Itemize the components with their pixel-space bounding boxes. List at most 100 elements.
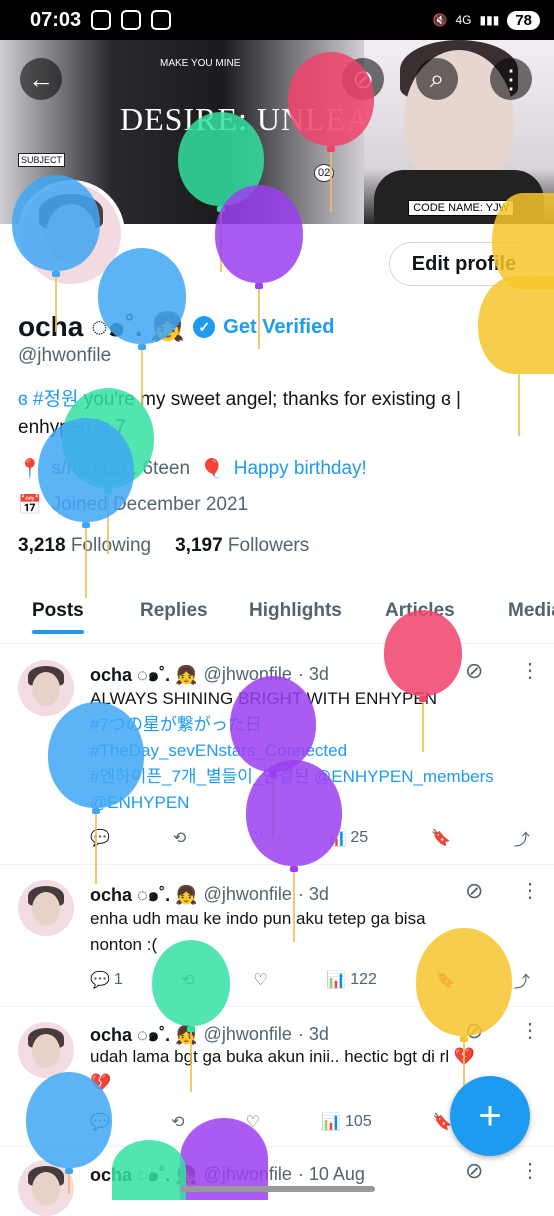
views-count: 105 [345,1113,372,1130]
balloon-body [48,702,144,808]
balloon-blue [12,175,100,332]
balloon-body [38,418,134,522]
share-icon: ⤴ [513,974,530,991]
grok-icon[interactable]: ⊘ [465,878,483,904]
network-label: 4G [455,13,472,27]
gesture-nav-bar[interactable] [180,1186,375,1192]
followers-count: 3,197 [175,535,223,556]
search-icon: ⌕ [429,63,445,93]
status-time: 07:03 [30,8,82,31]
balloon-string [422,702,424,752]
like-icon: ♡ [253,972,268,989]
followers-link[interactable]: 3,197 Followers [175,535,309,557]
repost-button[interactable]: ⟲ [173,828,186,848]
post-more-icon[interactable]: ⋮ [520,1018,540,1043]
share-icon: ⤴ [513,832,530,849]
followers-label: Followers [227,535,310,556]
balloon-pink [384,610,462,752]
more-vertical-icon: ⋮ [498,63,524,94]
reply-button[interactable]: 💬 1 [90,970,123,990]
balloon-blue [48,702,144,884]
grok-icon[interactable]: ⊘ [465,1158,483,1184]
avatar-face [32,892,60,926]
search-button[interactable]: ⌕ [416,58,458,100]
back-arrow-icon: ← [28,63,54,94]
signal-icon: ▮▮▮ [479,13,500,27]
post-avatar[interactable] [18,1022,74,1078]
balloon-blue [98,248,186,410]
balloon-body [98,248,186,344]
more-options-button[interactable]: ⋮ [490,58,532,100]
share-button[interactable]: ⤴ [514,826,530,850]
post-more-icon[interactable]: ⋮ [520,878,540,903]
gallery-notification-icon [91,10,112,30]
balloon-string [95,814,97,884]
balloon-body [384,610,462,696]
balloon-body [246,760,342,866]
bookmark-button[interactable]: 🔖 [431,828,451,848]
post-time: · 10 Aug [297,1164,365,1184]
balloon-string [293,872,295,942]
balloon-body [12,175,100,271]
status-bar: 07:03 🔇 4G ▮▮▮ 78 [0,0,554,40]
avatar-face [32,1034,60,1068]
back-button[interactable]: ← [20,58,62,100]
compose-post-button[interactable]: + [450,1076,530,1156]
banner-subject-label: SUBJECT [18,153,66,167]
tab-media[interactable]: Media [508,588,554,634]
banner-poster-tagline: MAKE YOU MINE [160,58,241,69]
mute-icon: 🔇 [432,13,448,27]
balloon-string [190,1032,192,1092]
balloon-body [288,52,374,146]
views-button[interactable]: 📊 122 [326,970,377,990]
views-icon: 📊 [321,1114,342,1131]
tab-replies[interactable]: Replies [140,588,208,634]
balloon-yellow [478,276,554,436]
balloon-body [112,1140,186,1200]
like-button[interactable]: ♡ [253,970,267,990]
post-more-icon[interactable]: ⋮ [520,1158,540,1183]
post-avatar[interactable] [18,880,74,936]
avatar-face [32,672,60,706]
balloon-blue [26,1072,112,1194]
plus-icon: + [478,1093,502,1138]
views-button[interactable]: 📊 105 [321,1112,372,1132]
verified-badge-icon[interactable]: ✓ [193,316,216,338]
reply-icon: 💬 [90,972,110,989]
balloon-string [68,1174,70,1194]
post-author-name[interactable]: ocha ◌๑˚. 👧 [90,880,198,909]
post-author-name[interactable]: ocha ◌๑˚. 👧 [90,660,198,689]
balloon-body [492,193,554,289]
balloon-body [152,940,230,1026]
grok-icon[interactable]: ⊘ [465,658,483,684]
balloon-string [85,528,87,598]
repost-icon: ⟲ [172,830,187,847]
balloon-body [416,928,512,1036]
reply-count: 1 [113,971,123,988]
bookmark-icon: 🔖 [431,830,451,847]
balloon-purple [246,760,342,942]
post-more-icon[interactable]: ⋮ [520,658,540,683]
balloon-green [112,1140,186,1200]
post-time: · 3d [297,1024,329,1044]
balloon-body [230,676,316,772]
balloon-body [478,276,554,374]
balloon-green [152,940,230,1092]
balloon-yellow [492,193,554,289]
balloon-body [26,1072,112,1168]
share-button[interactable]: ⤴ [514,968,530,992]
balloon-pink [288,52,374,212]
tab-highlights[interactable]: Highlights [249,588,342,634]
balloon-string [55,277,57,332]
battery-indicator: 78 [507,10,540,30]
balloon-blue [38,418,134,598]
shop-notification-icon [151,10,172,30]
profile-website-link[interactable]: Happy birthday! [234,458,367,480]
views-icon: 📊 [326,972,347,989]
views-count: 25 [350,829,369,846]
balloon-string [258,289,260,349]
balloon-icon: 🎈 [200,459,224,480]
views-count: 122 [350,971,377,988]
balloon-string [518,374,520,436]
message-notification-icon [121,10,142,30]
